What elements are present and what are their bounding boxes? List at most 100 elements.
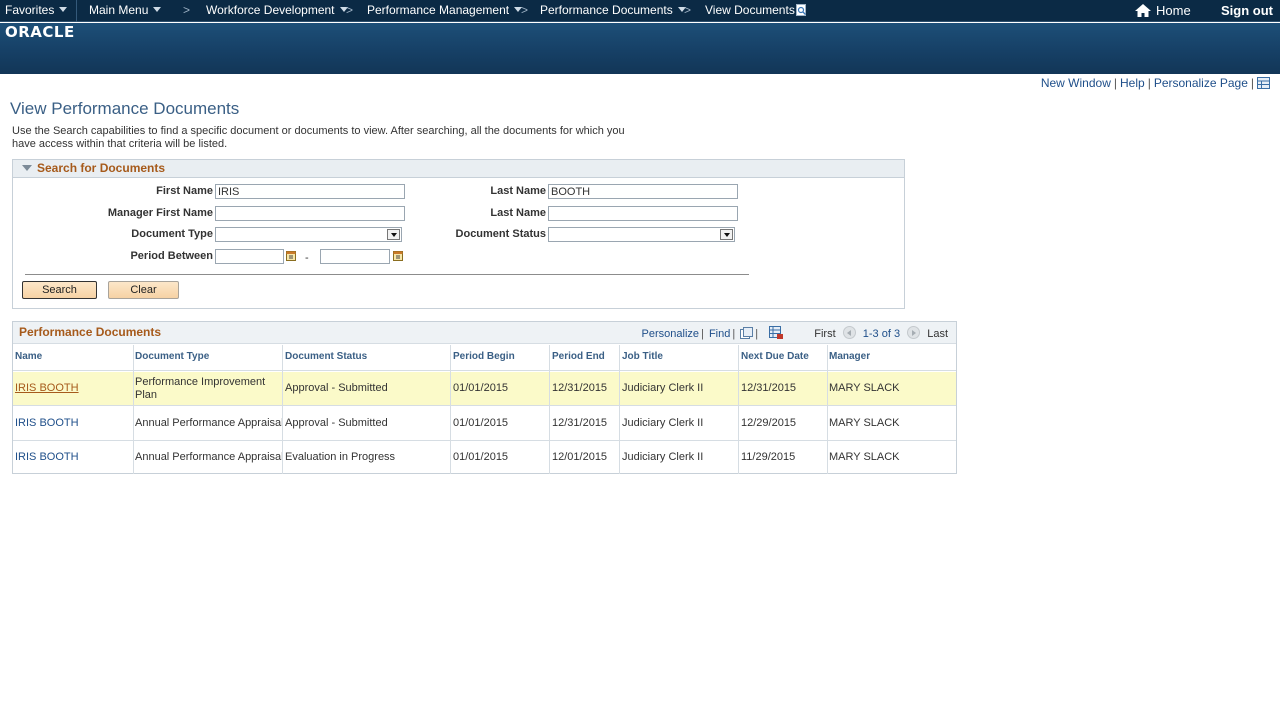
- page-links: New Window | Help | Personalize Page |: [1041, 76, 1270, 90]
- last-name-input[interactable]: [548, 184, 738, 199]
- column-header-document-type[interactable]: Document Type: [135, 351, 209, 362]
- calendar-icon[interactable]: [393, 250, 403, 261]
- breadcrumb-separator: >: [521, 3, 529, 17]
- last-page-label: Last: [927, 328, 948, 340]
- breadcrumb-performance-documents[interactable]: Performance Documents: [540, 0, 686, 22]
- sign-out-link[interactable]: Sign out: [1221, 0, 1273, 22]
- column-header-period-end[interactable]: Period End: [552, 351, 605, 362]
- column-header-document-status[interactable]: Document Status: [285, 351, 367, 362]
- column-header-job-title[interactable]: Job Title: [622, 351, 663, 362]
- document-status-select[interactable]: [548, 227, 735, 242]
- search-section-header[interactable]: Search for Documents: [13, 160, 904, 178]
- calendar-icon[interactable]: [286, 250, 296, 261]
- period-from-input[interactable]: [215, 249, 284, 264]
- previous-page-icon[interactable]: [842, 326, 856, 339]
- next-page-icon[interactable]: [907, 326, 921, 339]
- find-link[interactable]: Find: [709, 328, 730, 340]
- home-label: Home: [1156, 3, 1191, 18]
- top-navigation-bar: Favorites Main Menu > Workforce Developm…: [0, 0, 1280, 22]
- period-between-label: Period Between: [130, 250, 213, 262]
- table-row[interactable]: IRIS BOOTH Annual Performance Appraisal …: [13, 407, 956, 441]
- nav-divider: [76, 0, 77, 22]
- new-window-link[interactable]: New Window: [1041, 76, 1111, 90]
- grid-header: Performance Documents Personalize | Find |…: [13, 322, 956, 344]
- column-header-period-begin[interactable]: Period Begin: [453, 351, 515, 362]
- breadcrumb-label: Workforce Development: [206, 3, 335, 17]
- column-divider: [282, 345, 283, 474]
- column-divider: [133, 345, 134, 474]
- manager-cell: MARY SLACK: [829, 382, 900, 394]
- manager-first-name-input[interactable]: [215, 206, 405, 221]
- period-end-cell: 12/31/2015: [552, 382, 608, 394]
- period-end-cell: 12/01/2015: [552, 451, 608, 463]
- last-name-label: Last Name: [490, 185, 546, 197]
- document-status-label: Document Status: [455, 228, 546, 240]
- manager-first-name-label: Manager First Name: [107, 207, 213, 219]
- period-begin-cell: 01/01/2015: [453, 451, 509, 463]
- layout-grid-icon[interactable]: [1257, 77, 1270, 89]
- column-header-name[interactable]: Name: [15, 351, 42, 362]
- employee-name-link[interactable]: IRIS BOOTH: [15, 451, 79, 464]
- link-separator: |: [1113, 76, 1117, 90]
- first-name-input[interactable]: [215, 184, 405, 199]
- search-button[interactable]: Search: [22, 281, 97, 299]
- collapse-triangle-icon[interactable]: [22, 165, 32, 171]
- manager-last-name-input[interactable]: [548, 206, 738, 221]
- personalize-link[interactable]: Personalize: [642, 328, 699, 340]
- job-title-cell: Judiciary Clerk II: [622, 417, 704, 429]
- manager-cell: MARY SLACK: [829, 417, 900, 429]
- chevron-down-icon: [153, 7, 162, 12]
- download-spreadsheet-icon[interactable]: [769, 326, 784, 339]
- breadcrumb-workforce-development[interactable]: Workforce Development: [206, 0, 348, 22]
- job-title-cell: Judiciary Clerk II: [622, 382, 704, 394]
- employee-name-link[interactable]: IRIS BOOTH: [15, 382, 79, 395]
- table-row[interactable]: IRIS BOOTH Annual Performance Appraisal …: [13, 441, 956, 474]
- period-to-input[interactable]: [320, 249, 390, 264]
- grid-column-headers: Name Document Type Document Status Perio…: [13, 345, 956, 371]
- next-due-date-cell: 12/29/2015: [741, 417, 797, 429]
- dropdown-arrow-icon[interactable]: [720, 229, 733, 240]
- link-separator: |: [732, 328, 736, 340]
- column-header-next-due-date[interactable]: Next Due Date: [741, 351, 809, 362]
- help-link[interactable]: Help: [1120, 76, 1145, 90]
- document-type-label: Document Type: [131, 228, 213, 240]
- breadcrumb-label: Performance Documents: [540, 3, 673, 17]
- column-divider: [827, 345, 828, 474]
- row-range-label: 1-3 of 3: [862, 328, 901, 340]
- link-separator: |: [755, 328, 759, 340]
- document-type-select[interactable]: [215, 227, 402, 242]
- job-title-cell: Judiciary Clerk II: [622, 451, 704, 463]
- column-divider: [549, 345, 550, 474]
- breadcrumb-separator: >: [183, 3, 191, 17]
- manager-cell: MARY SLACK: [829, 451, 900, 463]
- link-separator: |: [1250, 76, 1254, 90]
- breadcrumb-view-documents[interactable]: View Documents: [705, 0, 807, 22]
- period-end-cell: 12/31/2015: [552, 417, 608, 429]
- chevron-down-icon: [59, 7, 68, 12]
- home-link[interactable]: Home: [1135, 0, 1191, 22]
- breadcrumb-label: Performance Management: [367, 3, 510, 17]
- manager-last-name-label: Last Name: [490, 207, 546, 219]
- favorites-menu[interactable]: Favorites: [5, 0, 68, 22]
- page-title: View Performance Documents: [10, 99, 240, 118]
- breadcrumb-separator: >: [346, 3, 354, 17]
- document-status-cell: Approval - Submitted: [285, 417, 388, 429]
- link-separator: |: [1147, 76, 1151, 90]
- main-menu[interactable]: Main Menu: [89, 0, 162, 22]
- clear-button[interactable]: Clear: [108, 281, 179, 299]
- column-header-manager[interactable]: Manager: [829, 351, 870, 362]
- column-divider: [619, 345, 620, 474]
- main-menu-label: Main Menu: [89, 3, 149, 17]
- breadcrumb-label: View Documents: [705, 3, 795, 17]
- column-divider: [738, 345, 739, 474]
- breadcrumb-performance-management[interactable]: Performance Management: [367, 0, 523, 22]
- view-all-icon[interactable]: [740, 327, 754, 339]
- table-row[interactable]: IRIS BOOTH Performance Improvement Plan …: [13, 372, 956, 406]
- document-type-cell: Annual Performance Appraisal: [135, 417, 284, 429]
- search-section-title: Search for Documents: [37, 161, 166, 175]
- grid-navigation: Personalize | Find | | First 1-3 of 3 Last: [642, 326, 948, 340]
- personalize-page-link[interactable]: Personalize Page: [1154, 76, 1248, 90]
- employee-name-link[interactable]: IRIS BOOTH: [15, 417, 79, 430]
- dropdown-arrow-icon[interactable]: [387, 229, 400, 240]
- first-page-label: First: [814, 328, 836, 340]
